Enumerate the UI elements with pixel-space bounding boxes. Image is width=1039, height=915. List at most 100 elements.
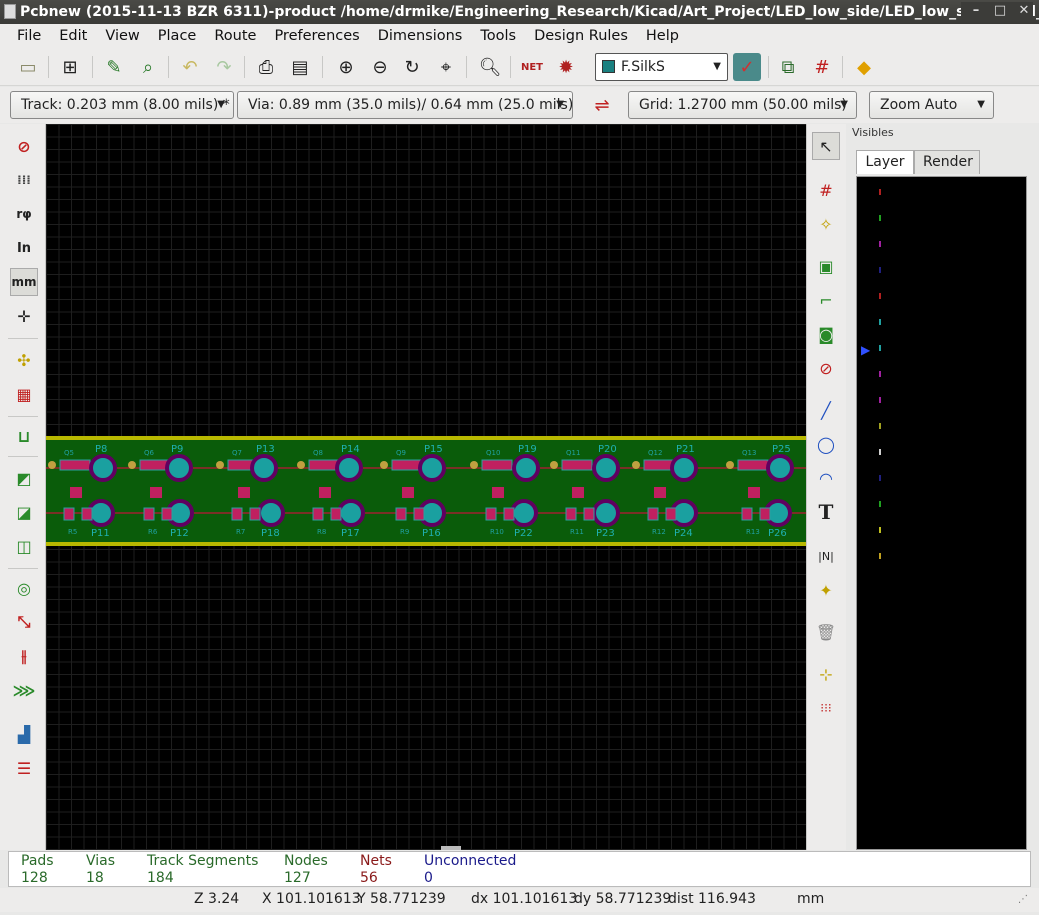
layer-swatch[interactable] bbox=[879, 449, 881, 455]
pcb-canvas[interactable]: Q5 P8 P11 R5 Q6 P9 P12 R6 Q7 P13 P18 R7 Q8 P14 P17 R8 Q9… bbox=[46, 124, 806, 850]
add-target-icon[interactable]: ✦ bbox=[812, 576, 840, 604]
track-sketch-icon[interactable]: ⫲ bbox=[10, 642, 38, 670]
layer-swatch[interactable] bbox=[879, 527, 881, 533]
cursor-shape-icon[interactable]: ✛ bbox=[10, 302, 38, 330]
resize-grip-icon[interactable]: ⋰ bbox=[1018, 894, 1028, 905]
set-origin-icon[interactable]: ⊹ bbox=[812, 660, 840, 688]
maximize-icon[interactable]: □ bbox=[991, 2, 1009, 20]
menu-route[interactable]: Route bbox=[205, 24, 265, 48]
drc-icon[interactable]: ✹ bbox=[552, 53, 580, 81]
add-circle-icon[interactable]: ◯ bbox=[812, 430, 840, 458]
add-text-icon[interactable]: T bbox=[812, 498, 840, 526]
minimize-icon[interactable]: – bbox=[967, 2, 985, 20]
route-track-icon[interactable]: ⌐ bbox=[812, 286, 840, 314]
resistor-pad bbox=[312, 507, 324, 521]
add-dimension-icon[interactable]: |N| bbox=[812, 542, 840, 570]
redraw-icon[interactable]: ↻ bbox=[398, 53, 426, 81]
mode-footprint-icon[interactable]: ⧉ bbox=[774, 53, 802, 81]
layer-swatch[interactable] bbox=[879, 267, 881, 273]
layer-swatch[interactable] bbox=[879, 241, 881, 247]
zoom-in-icon[interactable]: ⊕ bbox=[332, 53, 360, 81]
tab-render[interactable]: Render bbox=[914, 150, 980, 174]
menu-place[interactable]: Place bbox=[149, 24, 206, 48]
layer-swatch[interactable] bbox=[879, 475, 881, 481]
print-icon[interactable]: ⎙ bbox=[252, 53, 280, 81]
zoom-out-icon[interactable]: ⊖ bbox=[366, 53, 394, 81]
redo-icon[interactable]: ↷ bbox=[210, 53, 238, 81]
menu-preferences[interactable]: Preferences bbox=[265, 24, 368, 48]
close-icon[interactable]: ✕ bbox=[1015, 2, 1033, 20]
layer-swatch[interactable] bbox=[879, 397, 881, 403]
layer-swatch[interactable] bbox=[879, 189, 881, 195]
pcb-board[interactable]: Q5 P8 P11 R5 Q6 P9 P12 R6 Q7 P13 P18 R7 Q8 P14 P17 R8 Q9… bbox=[46, 436, 806, 546]
pad-sketch-icon[interactable]: ◎ bbox=[10, 574, 38, 602]
status-bar: Pads 128 Vias 18 Track Segments 184 Node… bbox=[8, 851, 1031, 887]
add-arc-icon[interactable]: ◠ bbox=[812, 464, 840, 492]
layer-swatch[interactable] bbox=[879, 371, 881, 377]
layer-swatch[interactable] bbox=[879, 501, 881, 507]
polar-coords-icon[interactable]: rφ bbox=[10, 200, 38, 228]
layer-swatch[interactable] bbox=[879, 423, 881, 429]
highlight-net-icon[interactable]: # bbox=[812, 176, 840, 204]
undo-icon[interactable]: ↶ bbox=[176, 53, 204, 81]
menu-edit[interactable]: Edit bbox=[50, 24, 96, 48]
layer-swatch[interactable] bbox=[879, 345, 881, 351]
zoom-select[interactable]: Zoom Auto ▼ bbox=[869, 91, 994, 119]
menu-dimensions[interactable]: Dimensions bbox=[369, 24, 472, 48]
mode-track-icon[interactable]: # bbox=[808, 53, 836, 81]
delete-icon[interactable]: 🗑︎ bbox=[812, 618, 840, 646]
grid-select[interactable]: Grid: 1.2700 mm (50.00 mils) ▼ bbox=[628, 91, 857, 119]
add-line-icon[interactable]: ╱ bbox=[812, 396, 840, 424]
menu-design-rules[interactable]: Design Rules bbox=[525, 24, 637, 48]
find-icon[interactable]: 🔍︎ bbox=[476, 53, 504, 81]
page-settings-icon[interactable]: ⊞ bbox=[56, 53, 84, 81]
units-mm-icon[interactable]: mm bbox=[10, 268, 38, 296]
zoom-fit-icon[interactable]: ⌖ bbox=[432, 53, 460, 81]
add-zone-icon[interactable]: ◙ bbox=[812, 320, 840, 348]
zone-outline-icon[interactable]: ◪ bbox=[10, 498, 38, 526]
menu-help[interactable]: Help bbox=[637, 24, 688, 48]
layer-swatch[interactable] bbox=[879, 293, 881, 299]
footprint-editor-icon[interactable]: ✎ bbox=[100, 53, 128, 81]
toolbar-separator bbox=[48, 56, 49, 78]
local-ratsnest-icon[interactable]: ✧ bbox=[812, 210, 840, 238]
drc-off-icon[interactable]: ⊘ bbox=[10, 132, 38, 160]
tab-layer[interactable]: Layer bbox=[856, 150, 914, 174]
zone-sketch-icon[interactable]: ◫ bbox=[10, 532, 38, 560]
autorouter-icon[interactable]: ◆ bbox=[850, 53, 878, 81]
add-footprint-icon[interactable]: ▣ bbox=[812, 252, 840, 280]
transistor-pad bbox=[737, 459, 769, 471]
module-ratsnest-icon[interactable]: ▦ bbox=[10, 380, 38, 408]
netlist-icon[interactable]: NET bbox=[518, 53, 546, 81]
plot-icon[interactable]: ▤ bbox=[286, 53, 314, 81]
layer-selector[interactable]: F.SilkS ▼ bbox=[595, 53, 728, 81]
layer-swatch[interactable] bbox=[879, 319, 881, 325]
grid-origin-icon[interactable]: ⁝⁝⁝ bbox=[812, 694, 840, 722]
left-toolbar: ⊘ ⁞⁞⁞ rφ In mm ✛ ✣ ▦ ⊔ ◩ ◪ ◫ ◎ ⤡ ⫲ ⋙ ▟ ☰ bbox=[0, 124, 46, 850]
zone-fill-icon[interactable]: ◩ bbox=[10, 464, 38, 492]
menu-tools[interactable]: Tools bbox=[471, 24, 525, 48]
microwave-toolbar-icon[interactable]: ▟ bbox=[10, 720, 38, 748]
layer-swatch[interactable] bbox=[879, 215, 881, 221]
auto-delete-track-icon[interactable]: ⊔ bbox=[10, 422, 38, 450]
grid-toggle-icon[interactable]: ⁞⁞⁞ bbox=[10, 166, 38, 194]
select-tool-icon[interactable]: ↖ bbox=[812, 132, 840, 160]
new-board-icon[interactable]: ▭ bbox=[14, 53, 42, 81]
menu-view[interactable]: View bbox=[96, 24, 148, 48]
auto-track-width-icon[interactable]: ⇌ bbox=[588, 91, 616, 119]
layer-pair-icon[interactable]: ✓ bbox=[733, 53, 761, 81]
high-contrast-icon[interactable]: ⋙ bbox=[10, 676, 38, 704]
via-sketch-icon[interactable]: ⤡ bbox=[10, 608, 38, 636]
layers-manager-icon[interactable]: ☰ bbox=[10, 754, 38, 782]
units-inch-icon[interactable]: In bbox=[10, 234, 38, 262]
q-label: Q8 bbox=[313, 449, 323, 457]
via-size-select[interactable]: Via: 0.89 mm (35.0 mils)/ 0.64 mm (25.0 … bbox=[237, 91, 573, 119]
menu-file[interactable]: File bbox=[8, 24, 50, 48]
track-width-select[interactable]: Track: 0.203 mm (8.00 mils) * ▼ bbox=[10, 91, 234, 119]
keepout-zone-icon[interactable]: ⊘ bbox=[812, 354, 840, 382]
footprint-viewer-icon[interactable]: ⌕ bbox=[134, 53, 162, 81]
transistor-pad bbox=[643, 459, 675, 471]
layer-swatch[interactable] bbox=[879, 553, 881, 559]
show-ratsnest-icon[interactable]: ✣ bbox=[10, 346, 38, 374]
layer-list[interactable]: ▶ bbox=[856, 176, 1027, 850]
